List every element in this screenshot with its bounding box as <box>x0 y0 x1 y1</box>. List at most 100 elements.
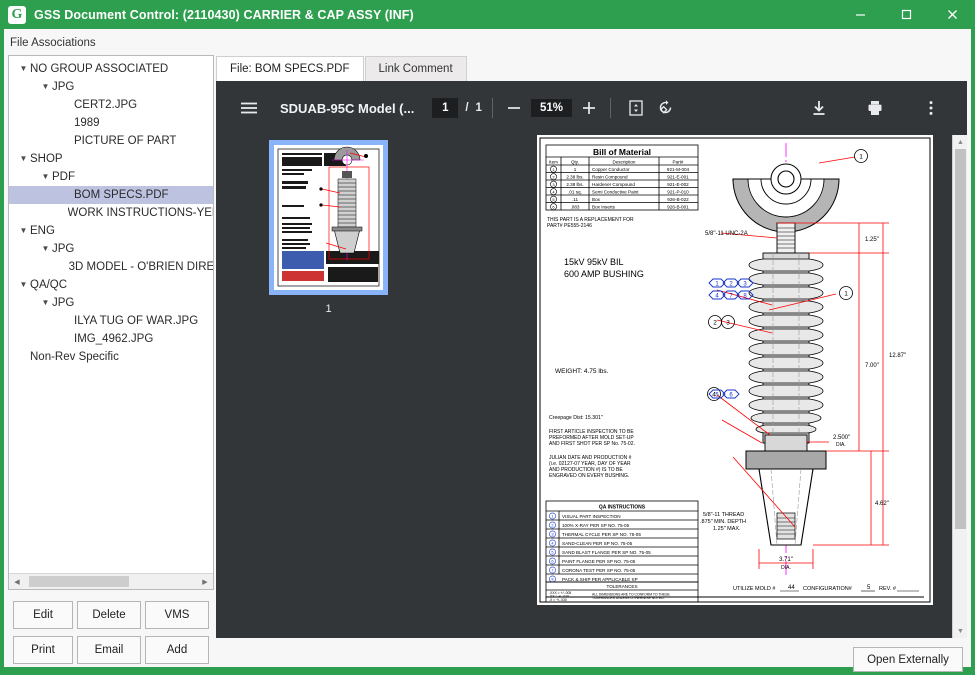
expand-arrow-icon[interactable]: ▼ <box>39 78 52 96</box>
tab-file-bom-specs[interactable]: File: BOM SPECS.PDF <box>216 56 364 81</box>
svg-text:Part#: Part# <box>673 160 684 165</box>
file-tree[interactable]: ▼NO GROUP ASSOCIATED▼JPG▼CERT2.JPG▼1989▼… <box>9 56 213 567</box>
expand-arrow-icon[interactable]: ▼ <box>17 276 30 294</box>
document-preview-panel: File: BOM SPECS.PDF Link Comment SDUAB-9… <box>216 55 967 638</box>
scroll-left-arrow-icon[interactable]: ◀ <box>9 574 25 589</box>
tree-item[interactable]: ▼ QA/QC <box>9 276 213 294</box>
tree-item[interactable]: ▼3D MODEL - O'BRIEN DIRECT <box>9 258 213 276</box>
print-button[interactable]: Print <box>13 636 73 664</box>
tree-item[interactable]: ▼ ENG <box>9 222 213 240</box>
scroll-right-arrow-icon[interactable]: ▶ <box>197 574 213 589</box>
current-page-input[interactable]: 1 <box>432 98 459 118</box>
download-icon[interactable] <box>804 93 834 123</box>
zoom-level-value[interactable]: 51% <box>530 99 572 117</box>
email-button[interactable]: Email <box>77 636 141 664</box>
svg-text:DIA.: DIA. <box>781 565 791 571</box>
delete-button[interactable]: Delete <box>77 601 141 629</box>
expand-arrow-icon[interactable]: ▼ <box>39 240 52 258</box>
tree-item[interactable]: ▼WORK INSTRUCTIONS-YELLO <box>9 204 213 222</box>
tree-item-label: Non-Rev Specific <box>30 351 119 363</box>
svg-text:QA INSTRUCTIONS: QA INSTRUCTIONS <box>599 505 646 511</box>
svg-text:921-E-001: 921-E-001 <box>667 175 689 180</box>
zoom-out-icon[interactable] <box>503 97 525 119</box>
open-externally-button[interactable]: Open Externally <box>853 647 963 672</box>
fit-page-icon[interactable] <box>621 93 651 123</box>
minimize-button[interactable] <box>837 0 883 29</box>
svg-text:.11: .11 <box>572 197 578 202</box>
tree-item[interactable]: ▼ JPG <box>9 78 213 96</box>
thumbnail-item[interactable]: 1 <box>269 140 388 315</box>
svg-text:2: 2 <box>713 319 717 326</box>
tab-link-comment[interactable]: Link Comment <box>364 56 467 81</box>
tree-item[interactable]: ▼ JPG <box>9 294 213 312</box>
print-icon[interactable] <box>860 93 890 123</box>
svg-text:1.25" MAX.: 1.25" MAX. <box>713 526 741 532</box>
page-vertical-scrollbar[interactable]: ▲ ▼ <box>952 135 967 638</box>
svg-text:2.38 lbs.: 2.38 lbs. <box>566 182 583 187</box>
svg-text:2.500": 2.500" <box>833 435 850 441</box>
svg-text:1: 1 <box>844 290 848 297</box>
svg-text:TOLERANCES: TOLERANCES <box>606 584 637 589</box>
tree-item[interactable]: ▼1989 <box>9 114 213 132</box>
expand-arrow-icon[interactable]: ▼ <box>39 168 52 186</box>
tree-item[interactable]: ▼CERT2.JPG <box>9 96 213 114</box>
tree-item[interactable]: ▼ILYA TUG OF WAR.JPG <box>9 312 213 330</box>
toolbar-divider-1 <box>491 98 493 118</box>
tree-item[interactable]: ▼IMG_4962.JPG <box>9 330 213 348</box>
svg-text:926-B-022: 926-B-022 <box>667 197 689 202</box>
svg-text:Box Inserts: Box Inserts <box>592 205 616 210</box>
scroll-up-arrow-icon[interactable]: ▲ <box>953 135 967 149</box>
svg-text:.X = +/-.030: .X = +/-.030 <box>549 598 567 602</box>
add-button[interactable]: Add <box>145 636 209 664</box>
zoom-in-icon[interactable] <box>578 97 600 119</box>
title-bar: G GSS Document Control: (2110430) CARRIE… <box>0 0 975 29</box>
tree-item[interactable]: ▼ JPG <box>9 240 213 258</box>
tree-item[interactable]: ▼ PDF <box>9 168 213 186</box>
tree-item-label: NO GROUP ASSOCIATED <box>30 63 169 75</box>
svg-text:REV. #: REV. # <box>879 586 897 592</box>
close-button[interactable] <box>929 0 975 29</box>
svg-text:2.38 lbs.: 2.38 lbs. <box>566 175 583 180</box>
tree-item[interactable]: ▼ SHOP <box>9 150 213 168</box>
svg-text:Semi Conductive Paint: Semi Conductive Paint <box>592 190 639 195</box>
svg-text:ENGRAVED ON EVERY BUSHING.: ENGRAVED ON EVERY BUSHING. <box>549 473 629 479</box>
page-scroll-thumb[interactable] <box>955 149 966 529</box>
rotate-icon[interactable] <box>651 93 681 123</box>
thumbnail-frame[interactable] <box>269 140 388 295</box>
tree-item[interactable]: ▼BOM SPECS.PDF <box>9 186 213 204</box>
svg-text:Box: Box <box>592 197 601 202</box>
svg-text:3: 3 <box>726 319 730 326</box>
tree-item-label: PICTURE OF PART <box>74 135 177 147</box>
thumbnail-page-number: 1 <box>325 303 332 315</box>
tree-item-label: SHOP <box>30 153 63 165</box>
svg-text:921-M-004: 921-M-004 <box>667 167 690 172</box>
svg-text:Resin Compound: Resin Compound <box>592 175 628 180</box>
tree-item[interactable]: ▼PICTURE OF PART <box>9 132 213 150</box>
toolbar-divider-2 <box>609 98 611 118</box>
thumbnail-image <box>274 145 383 290</box>
expand-arrow-icon[interactable]: ▼ <box>39 294 52 312</box>
expand-arrow-icon[interactable]: ▼ <box>17 222 30 240</box>
tree-item-label: IMG_4962.JPG <box>74 333 154 345</box>
pdf-toolbar: SDUAB-95C Model (... 1 / 1 51% <box>216 81 967 135</box>
svg-text:Creepage Dist: 15.301": Creepage Dist: 15.301" <box>549 415 603 421</box>
scroll-down-arrow-icon[interactable]: ▼ <box>953 624 967 638</box>
tree-horizontal-scrollbar[interactable]: ◀ ▶ <box>9 573 213 589</box>
more-vertical-icon[interactable] <box>916 93 946 123</box>
thumbnail-pane: 1 <box>216 135 514 638</box>
tree-scroll-thumb[interactable] <box>29 576 129 587</box>
svg-text:UTILIZE MOLD #: UTILIZE MOLD # <box>733 586 776 592</box>
svg-text:CORONA TEST PER SP NO. 75-: CORONA TEST PER SP NO. 75-05 <box>562 568 636 573</box>
svg-text:WEIGHT: 4.75 lbs.: WEIGHT: 4.75 lbs. <box>555 368 609 375</box>
svg-text:3.71": 3.71" <box>779 557 793 563</box>
svg-text:PAINT FLANGE PER SP NO. 75: PAINT FLANGE PER SP NO. 75-05 <box>562 559 636 564</box>
hamburger-menu-icon[interactable] <box>234 93 264 123</box>
tree-item[interactable]: ▼ NO GROUP ASSOCIATED <box>9 60 213 78</box>
maximize-button[interactable] <box>883 0 929 29</box>
expand-arrow-icon[interactable]: ▼ <box>17 60 30 78</box>
tree-item[interactable]: ▼Non-Rev Specific <box>9 348 213 366</box>
vms-button[interactable]: VMS <box>145 601 209 629</box>
svg-text:PACK & SHIP PER APPLICABLE SP: PACK & SHIP PER APPLICABLE SP <box>562 577 638 582</box>
edit-button[interactable]: Edit <box>13 601 73 629</box>
expand-arrow-icon[interactable]: ▼ <box>17 150 30 168</box>
